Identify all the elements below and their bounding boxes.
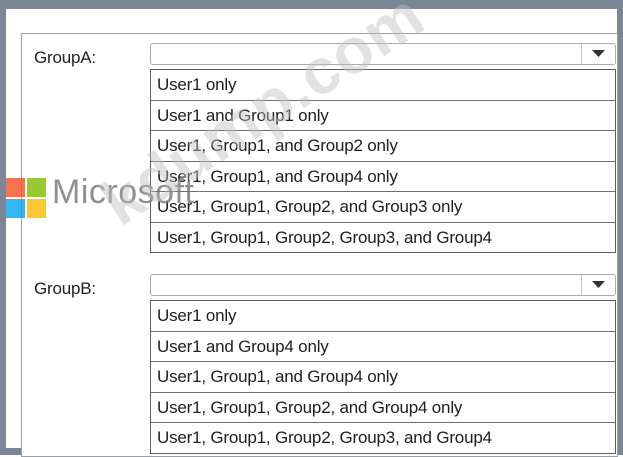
groupb-option[interactable]: User1, Group1, and Group4 only bbox=[151, 362, 615, 393]
groupb-label: GroupB: bbox=[34, 279, 96, 298]
answer-panel: GroupA: User1 only User1 and Group1 only… bbox=[21, 33, 618, 457]
logo-tile-blue bbox=[6, 199, 25, 218]
groupa-option[interactable]: User1 and Group1 only bbox=[151, 101, 615, 131]
groupb-option[interactable]: User1 and Group4 only bbox=[151, 332, 615, 362]
chevron-down-icon bbox=[592, 50, 605, 57]
groupa-dropdown[interactable] bbox=[150, 43, 616, 65]
groupa-option[interactable]: User1, Group1, Group2, and Group3 only bbox=[151, 192, 615, 223]
logo-tile-green bbox=[27, 178, 46, 197]
groupa-dropdown-arrow[interactable] bbox=[581, 44, 615, 64]
groupa-options-list: User1 only User1 and Group1 only User1, … bbox=[150, 69, 616, 253]
chevron-down-icon bbox=[592, 281, 605, 288]
groupb-dropdown[interactable] bbox=[150, 274, 616, 296]
groupb-option[interactable]: User1, Group1, Group2, Group3, and Group… bbox=[151, 423, 615, 454]
groupa-option[interactable]: User1, Group1, and Group4 only bbox=[151, 162, 615, 192]
logo-tile-yellow bbox=[27, 199, 46, 218]
microsoft-brand-text: Microsoft bbox=[52, 173, 195, 211]
groupb-dropdown-arrow[interactable] bbox=[581, 275, 615, 295]
groupb-option[interactable]: User1 only bbox=[151, 301, 615, 332]
groupb-option[interactable]: User1, Group1, Group2, and Group4 only bbox=[151, 393, 615, 423]
groupa-label: GroupA: bbox=[34, 48, 96, 67]
groupa-option[interactable]: User1 only bbox=[151, 70, 615, 101]
logo-tile-red bbox=[6, 178, 25, 197]
groupa-option[interactable]: User1, Group1, and Group2 only bbox=[151, 131, 615, 162]
groupb-options-list: User1 only User1 and Group4 only User1, … bbox=[150, 300, 616, 454]
microsoft-logo-icon bbox=[6, 178, 46, 218]
groupa-option[interactable]: User1, Group1, Group2, Group3, and Group… bbox=[151, 223, 615, 254]
window-frame: GroupA: User1 only User1 and Group1 only… bbox=[0, 0, 623, 457]
